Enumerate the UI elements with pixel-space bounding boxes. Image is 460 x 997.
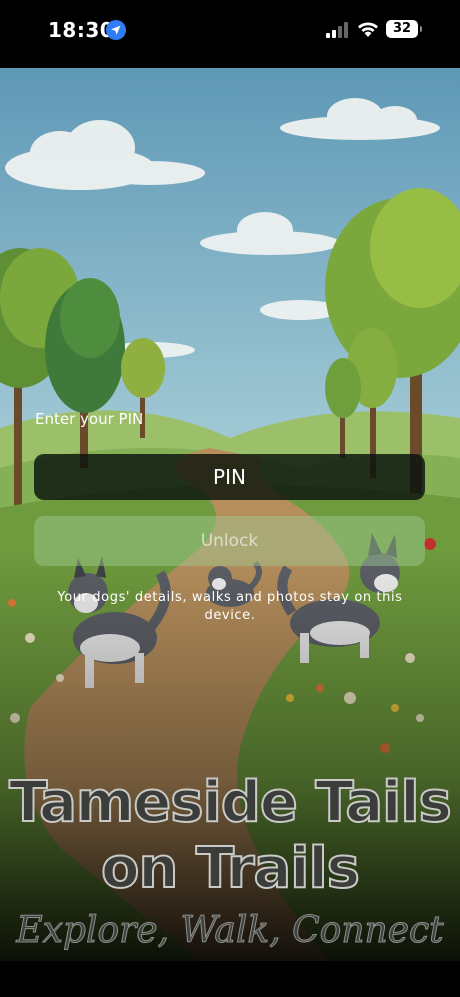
battery-icon: 32	[386, 20, 422, 38]
wifi-icon	[358, 22, 378, 37]
status-bar: 18:30 32	[0, 0, 460, 68]
privacy-note: Your dogs' details, walks and photos sta…	[57, 590, 403, 623]
battery-level: 32	[392, 21, 412, 36]
bottom-bar	[0, 961, 460, 997]
unlock-button[interactable]: Unlock	[34, 516, 425, 566]
cellular-signal-icon	[326, 22, 348, 38]
app-tagline: Explore, Walk, Connect	[16, 910, 444, 952]
location-arrow-icon	[106, 20, 126, 40]
app-title-line-1: Tameside Tails	[8, 769, 453, 836]
lock-screen: 18:30 32 Enter your PIN Unlock Your dogs…	[0, 0, 460, 997]
status-time: 18:30	[48, 18, 115, 42]
app-title-line-2: on Trails	[100, 835, 361, 902]
pin-label: Enter your PIN	[35, 410, 144, 428]
pin-input[interactable]	[34, 454, 425, 500]
